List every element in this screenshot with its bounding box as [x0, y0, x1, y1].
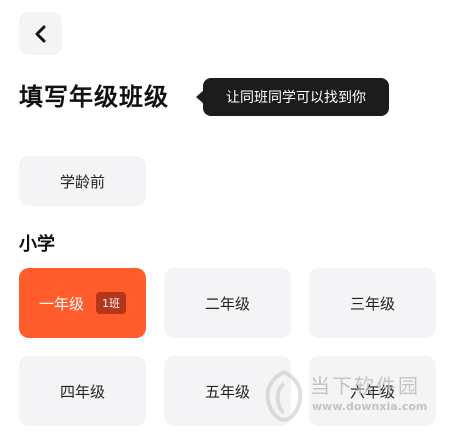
grade-option-1[interactable]: 一年级 1班 [19, 268, 146, 338]
hint-tooltip: 让同班同学可以找到你 [196, 78, 389, 116]
grade-label: 六年级 [349, 382, 395, 401]
page-title: 填写年级班级 [19, 83, 169, 111]
grade-label: 四年级 [59, 382, 105, 401]
grade-option-3[interactable]: 三年级 [309, 268, 436, 338]
grade-label: 三年级 [349, 294, 395, 313]
grade-label: 二年级 [204, 294, 250, 313]
chevron-left-icon [35, 25, 45, 42]
grade-label: 一年级 [38, 294, 84, 313]
preschool-option[interactable]: 学龄前 [19, 156, 146, 206]
grade-option-2[interactable]: 二年级 [164, 268, 291, 338]
back-button[interactable] [19, 12, 62, 55]
grade-label: 五年级 [204, 382, 250, 401]
grade-option-5[interactable]: 五年级 [164, 356, 291, 426]
grade-option-6[interactable]: 六年级 [309, 356, 436, 426]
class-badge: 1班 [96, 292, 126, 314]
section-title-primary: 小学 [19, 234, 55, 255]
grade-option-4[interactable]: 四年级 [19, 356, 146, 426]
